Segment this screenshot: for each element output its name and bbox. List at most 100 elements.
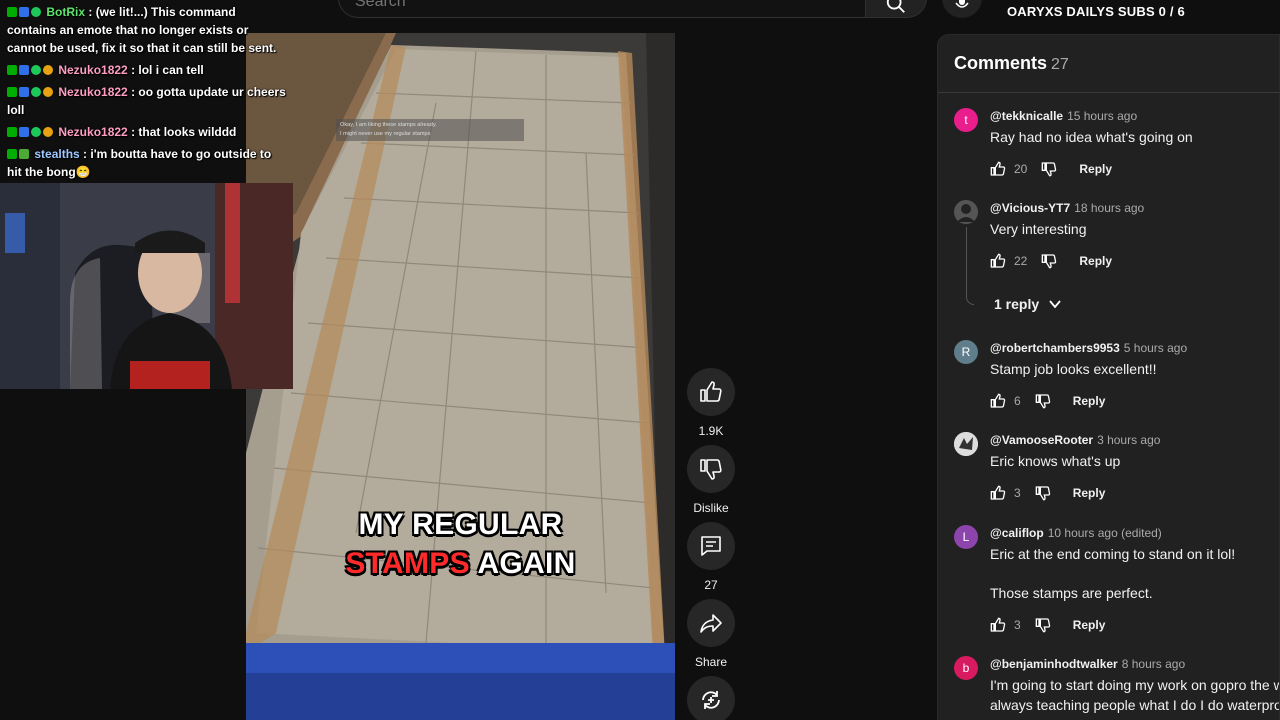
reply-button[interactable]: Reply	[1079, 254, 1112, 268]
comment-text: Those stamps are perfect.	[990, 585, 1153, 601]
comment-time: 8 hours ago	[1121, 657, 1186, 671]
avatar-image-icon	[954, 432, 978, 456]
thread-connector	[966, 227, 974, 305]
moderator-badge-icon	[7, 7, 17, 17]
comment-time: 3 hours ago	[1097, 433, 1161, 447]
comment-body: @tekknicalle 15 hours ago Ray had no idea…	[990, 108, 1279, 181]
comment-text: Eric knows what's up	[990, 453, 1121, 469]
avatar[interactable]: L	[954, 525, 978, 549]
streamer-webcam	[0, 183, 293, 389]
vip-badge-icon	[19, 87, 29, 97]
comment-time: 10 hours ago (edited)	[1047, 526, 1162, 540]
comment-time: 5 hours ago	[1123, 341, 1188, 355]
thumbs-up-icon[interactable]	[990, 617, 1006, 633]
thumbs-down-icon[interactable]	[1035, 393, 1051, 409]
comment-actions: 6 Reply	[990, 389, 1279, 413]
thumbs-up-icon[interactable]	[990, 393, 1006, 409]
comment-text: Stamp job looks excellent!!	[990, 361, 1157, 377]
webcam-frame	[0, 183, 293, 389]
like-button[interactable]	[687, 368, 735, 416]
comment-like-count: 22	[1014, 254, 1028, 268]
remix-action	[684, 676, 738, 720]
comment-body: @benjaminhodtwalker 8 hours ago I'm going…	[990, 656, 1280, 715]
chat-username: Nezuko1822	[58, 125, 128, 139]
comment-author[interactable]: @robertchambers9953	[990, 341, 1120, 355]
search-button[interactable]	[865, 0, 927, 18]
thumbs-up-icon[interactable]	[990, 161, 1006, 177]
moderator-badge-icon	[7, 87, 17, 97]
avatar[interactable]	[954, 200, 978, 224]
comment-body: @califlop 10 hours ago (edited) Eric at t…	[990, 525, 1279, 637]
comment-text: always teaching people what I do I do wa…	[990, 697, 1280, 713]
avatar-image-icon	[954, 200, 978, 224]
voice-search-button[interactable]	[942, 0, 982, 18]
caption-highlight: STAMPS	[345, 547, 470, 580]
avatar[interactable]	[954, 432, 978, 456]
chevron-down-icon	[1049, 300, 1061, 309]
comment-like-count: 20	[1014, 162, 1028, 176]
comment-meta: @tekknicalle 15 hours ago	[990, 108, 1279, 124]
moderator-badge-icon	[7, 127, 17, 137]
reply-button[interactable]: Reply	[1079, 162, 1112, 176]
view-replies-button[interactable]: 1 reply	[994, 296, 1063, 312]
subscriber-badge-icon	[43, 65, 53, 75]
comment-text: Eric at the end coming to stand on it lo…	[990, 546, 1236, 562]
comment-icon	[701, 536, 721, 556]
share-arrow-icon	[700, 614, 722, 633]
thumbs-down-icon[interactable]	[1041, 253, 1057, 269]
comment-meta: @robertchambers9953 5 hours ago	[990, 340, 1279, 356]
search-input[interactable]	[355, 0, 755, 11]
reply-button[interactable]: Reply	[1073, 394, 1106, 408]
reply-button[interactable]: Reply	[1073, 618, 1106, 632]
microphone-icon	[955, 0, 969, 8]
share-button[interactable]	[687, 599, 735, 647]
remix-button[interactable]	[687, 676, 735, 720]
chat-text: : lol i can tell	[131, 63, 204, 77]
note-line-2: I might never use my regular stamps	[340, 131, 431, 137]
verified-badge-icon	[31, 127, 41, 137]
note-line-1: Okay, I am liking these stamps already.	[340, 122, 437, 128]
avatar[interactable]: R	[954, 340, 978, 364]
dislike-action: Dislike	[684, 445, 738, 515]
comment-actions: 22 Reply	[990, 249, 1279, 273]
comment-body: @Vicious-YT7 18 hours ago Very interestin…	[990, 200, 1279, 273]
thumbs-down-icon[interactable]	[1035, 617, 1051, 633]
avatar[interactable]: t	[954, 108, 978, 132]
comment-author[interactable]: @VamooseRooter	[990, 433, 1093, 447]
like-action: 1.9K	[684, 368, 738, 438]
comment-text: Very interesting	[990, 221, 1087, 237]
vip-badge-icon	[19, 127, 29, 137]
verified-badge-icon	[31, 7, 41, 17]
remix-icon	[702, 691, 720, 709]
thumbs-up-icon[interactable]	[990, 253, 1006, 269]
comments-title: Comments	[954, 53, 1048, 73]
moderator-badge-icon	[7, 65, 17, 75]
comment-time: 15 hours ago	[1067, 109, 1138, 123]
thumbs-up-icon[interactable]	[990, 485, 1006, 501]
chat-message: Nezuko1822 : that looks wilddd	[7, 123, 286, 141]
comment-author[interactable]: @Vicious-YT7	[990, 201, 1070, 215]
comment-body: @VamooseRooter 3 hours ago Eric knows wha…	[990, 432, 1279, 505]
video-player[interactable]: Okay, I am liking these stamps already. …	[246, 33, 675, 720]
comments-total: 27	[1051, 56, 1069, 73]
comment-text: I'm going to start doing my work on gopr…	[990, 677, 1280, 693]
gift-badge-icon	[19, 149, 29, 159]
dislike-button[interactable]	[687, 445, 735, 493]
thumbs-down-icon[interactable]	[1041, 161, 1057, 177]
comment-author[interactable]: @tekknicalle	[990, 109, 1063, 123]
comment-author[interactable]: @califlop	[990, 526, 1044, 540]
comments-action: 27	[684, 522, 738, 592]
comment-author[interactable]: @benjaminhodtwalker	[990, 657, 1118, 671]
like-count: 1.9K	[698, 424, 724, 438]
stream-chat-overlay: BotRix : (we lit!...) This command conta…	[0, 0, 290, 185]
reply-button[interactable]: Reply	[1073, 486, 1106, 500]
comment-meta: @califlop 10 hours ago (edited)	[990, 525, 1279, 541]
chat-message: BotRix : (we lit!...) This command conta…	[7, 3, 286, 57]
comment-like-count: 3	[1014, 486, 1021, 500]
thumbs-down-icon[interactable]	[1035, 485, 1051, 501]
video-text-note: Okay, I am liking these stamps already. …	[336, 119, 524, 141]
chat-message: stealths : i'm boutta have to go outside…	[7, 145, 286, 181]
comments-button[interactable]	[687, 522, 735, 570]
avatar[interactable]: b	[954, 656, 978, 680]
search-box[interactable]	[338, 0, 866, 18]
